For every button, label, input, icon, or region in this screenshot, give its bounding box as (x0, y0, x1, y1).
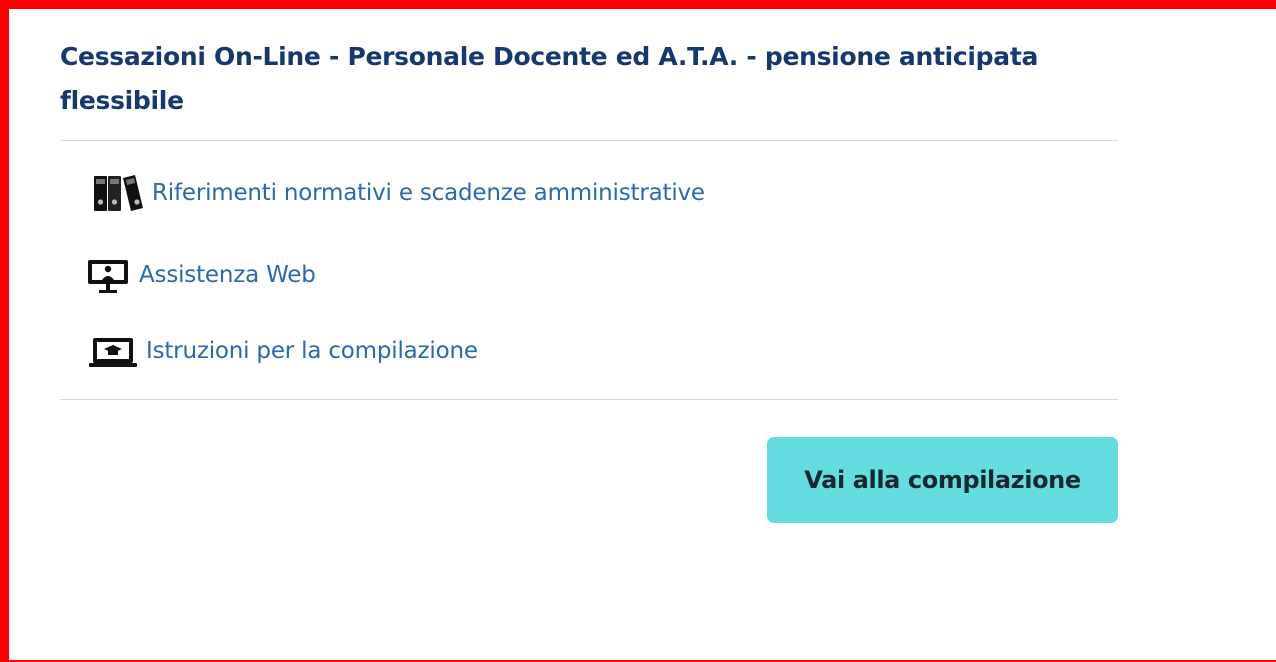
highlight-frame: Cessazioni On-Line - Personale Docente e… (0, 0, 1276, 662)
divider-bottom (60, 399, 1118, 400)
link-assistenza-label: Assistenza Web (139, 262, 316, 288)
link-istruzioni-compilazione[interactable]: Istruzioni per la compilazione (87, 331, 478, 371)
link-istruzioni-label: Istruzioni per la compilazione (146, 338, 478, 364)
divider-top (60, 140, 1118, 141)
laptop-graduation-icon (87, 331, 142, 371)
link-riferimenti-normativi[interactable]: Riferimenti normativi e scadenze amminis… (93, 173, 705, 213)
link-riferimenti-label: Riferimenti normativi e scadenze amminis… (152, 180, 705, 206)
monitor-user-icon (85, 255, 135, 295)
card-title: Cessazioni On-Line - Personale Docente e… (60, 42, 1039, 115)
vai-alla-compilazione-button[interactable]: Vai alla compilazione (767, 437, 1118, 523)
link-assistenza-web[interactable]: Assistenza Web (85, 255, 316, 295)
binders-icon (93, 173, 148, 213)
